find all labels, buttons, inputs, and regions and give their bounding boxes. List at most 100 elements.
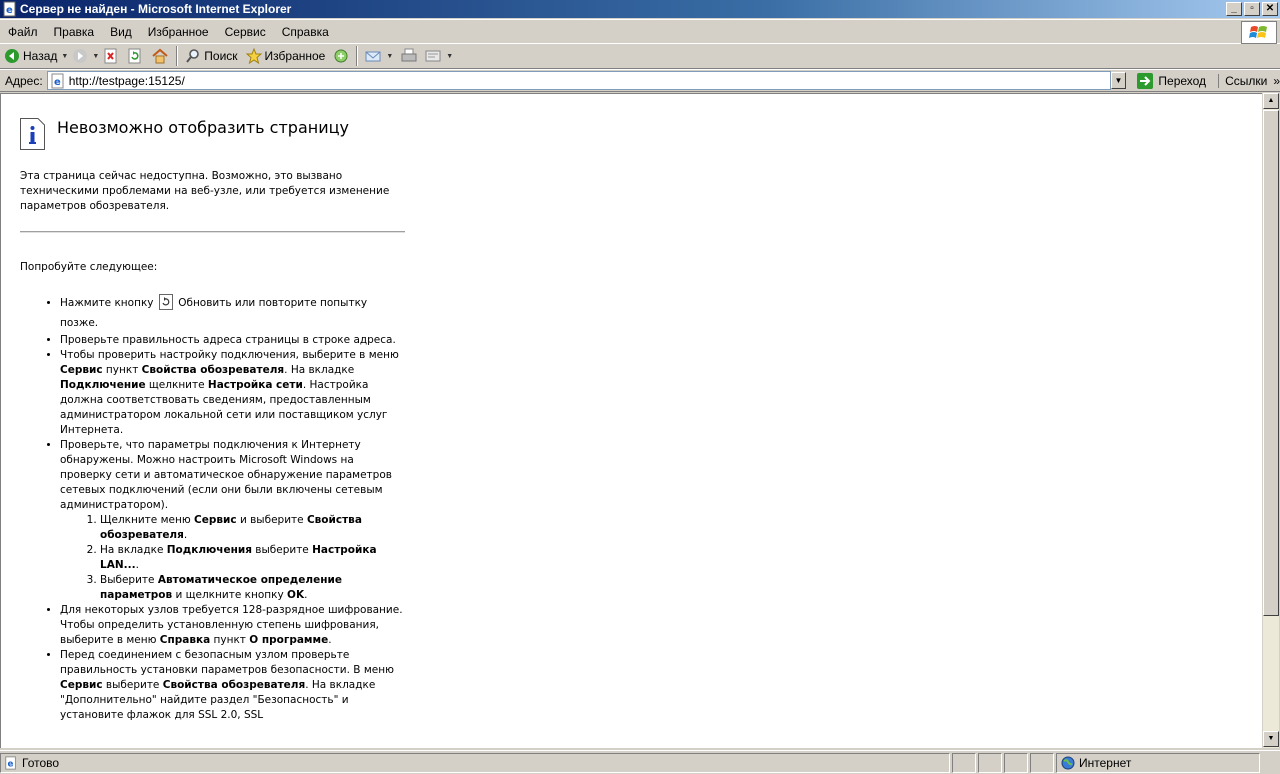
tip-text: Подключения (166, 544, 252, 556)
address-bar: Адрес: e ▼ Переход Ссылки » (0, 69, 1280, 92)
favorites-button[interactable]: Избранное (242, 45, 330, 67)
tip-text: Сервис (194, 514, 237, 526)
list-item: Проверьте, что параметры подключения к И… (60, 438, 405, 603)
list-item: Нажмите кнопку Обновить или повторите по… (60, 293, 405, 333)
address-field[interactable]: e (46, 71, 1111, 90)
internet-zone-icon (1061, 756, 1075, 769)
links-toolbar[interactable]: Ссылки » (1218, 73, 1280, 88)
tip-text: Подключение (60, 379, 146, 391)
list-item: На вкладке Подключения выберите Настройк… (100, 543, 405, 573)
back-dropdown[interactable]: ▼ (61, 53, 68, 60)
tip-text: выберите (251, 544, 313, 556)
back-icon (5, 49, 19, 63)
print-icon (401, 48, 417, 62)
back-button[interactable]: Назад (0, 45, 61, 67)
window-title: Сервер не найден - Microsoft Internet Ex… (20, 2, 292, 16)
maximize-button[interactable]: ▫ (1244, 2, 1260, 16)
tip-text: Настройка сети (207, 379, 303, 391)
windows-logo-icon (1241, 21, 1277, 44)
tip-text: щелкните (145, 379, 208, 391)
menu-favorites[interactable]: Избранное (140, 25, 217, 39)
status-text: Готово (22, 755, 60, 770)
forward-button[interactable] (68, 45, 92, 67)
links-chevron[interactable]: » (1273, 74, 1280, 88)
toolbar-separator (176, 46, 179, 66)
address-input[interactable] (68, 72, 1110, 89)
tip-text: Выберите (100, 574, 158, 586)
svg-text:e: e (6, 5, 13, 16)
tip-text: . (304, 589, 308, 601)
links-label: Ссылки (1225, 73, 1268, 88)
menu-tools[interactable]: Сервис (217, 25, 274, 39)
list-item: Для некоторых узлов требуется 128-разряд… (60, 603, 405, 648)
zone-label: Интернет (1079, 755, 1132, 770)
search-button[interactable]: Поиск (181, 45, 241, 67)
scroll-thumb[interactable] (1263, 110, 1279, 616)
ie-page-icon: e (51, 73, 64, 88)
forward-dropdown[interactable]: ▼ (92, 53, 99, 60)
standard-toolbar: Назад ▼ ▼ Поиск Избранное ▼ ▼ (0, 44, 1280, 69)
menu-bar: Файл Правка Вид Избранное Сервис Справка (0, 19, 1280, 44)
menu-help[interactable]: Справка (274, 25, 337, 39)
tip-text: OK (287, 589, 305, 601)
close-button[interactable]: ✕ (1262, 2, 1278, 16)
tip-text: Чтобы проверить настройку подключения, в… (60, 349, 399, 361)
menu-file[interactable]: Файл (0, 25, 46, 39)
status-cell (1004, 752, 1028, 773)
toolbar-separator (356, 46, 359, 66)
page-content: Невозможно отобразить страницу Эта стран… (0, 93, 1262, 748)
back-label: Назад (23, 49, 58, 63)
print-button[interactable] (397, 45, 421, 67)
home-button[interactable] (147, 45, 173, 67)
try-label: Попробуйте следующее: (20, 261, 158, 273)
status-cell (952, 752, 976, 773)
tip-text: Сервис (60, 364, 103, 376)
list-item: Проверьте правильность адреса страницы в… (60, 333, 405, 348)
search-icon (186, 49, 200, 63)
tip-text: Перед соединением с безопасным узлом про… (60, 649, 394, 676)
mail-button[interactable]: ▼ (361, 45, 397, 67)
refresh-icon (158, 294, 173, 310)
address-label: Адрес: (5, 73, 43, 88)
scroll-up-button[interactable]: ▲ (1263, 93, 1279, 109)
tip-text: и щелкните кнопку (172, 589, 288, 601)
tip-text: и выберите (236, 514, 307, 526)
refresh-icon (128, 48, 141, 64)
ie-page-icon: e (5, 755, 16, 770)
go-icon (1137, 72, 1154, 89)
scroll-down-button[interactable]: ▼ (1263, 731, 1279, 747)
minimize-button[interactable]: _ (1226, 2, 1242, 16)
list-item: Перед соединением с безопасным узлом про… (60, 648, 405, 723)
divider (20, 231, 405, 233)
tip-text: Сервис (60, 679, 103, 691)
tip-text: Свойства обозревателя (141, 364, 285, 376)
tip-text: . (183, 529, 188, 541)
address-dropdown[interactable]: ▼ (1110, 72, 1127, 89)
tip-text: На вкладке (100, 544, 167, 556)
go-button[interactable]: Переход (1130, 72, 1212, 90)
menu-view[interactable]: Вид (102, 25, 140, 39)
status-cell (978, 752, 1002, 773)
refresh-button[interactable] (123, 45, 147, 67)
svg-text:e: e (54, 77, 61, 88)
security-zone[interactable]: Интернет (1056, 752, 1260, 773)
tip-text: . (328, 634, 332, 646)
go-label: Переход (1158, 73, 1207, 88)
media-icon (334, 49, 348, 63)
vertical-scrollbar[interactable]: ▲ ▼ (1262, 93, 1279, 748)
title-bar: e Сервер не найден - Microsoft Internet … (0, 0, 1280, 18)
tip-text: пункт (102, 364, 142, 376)
menu-edit[interactable]: Правка (46, 25, 103, 39)
tips-list: Нажмите кнопку Обновить или повторите по… (60, 293, 405, 723)
ie-page-icon: e (3, 1, 16, 17)
status-main: e Готово (0, 752, 950, 773)
edit-button[interactable]: ▼ (421, 45, 457, 67)
edit-icon (425, 50, 441, 62)
tip-text: Справка (159, 634, 211, 646)
favorites-label: Избранное (264, 49, 326, 63)
tip-text: Щелкните меню (100, 514, 195, 526)
stop-button[interactable] (99, 45, 123, 67)
media-button[interactable] (329, 45, 353, 67)
status-cell (1030, 752, 1054, 773)
tip-text: Проверьте, что параметры подключения к И… (60, 439, 392, 511)
